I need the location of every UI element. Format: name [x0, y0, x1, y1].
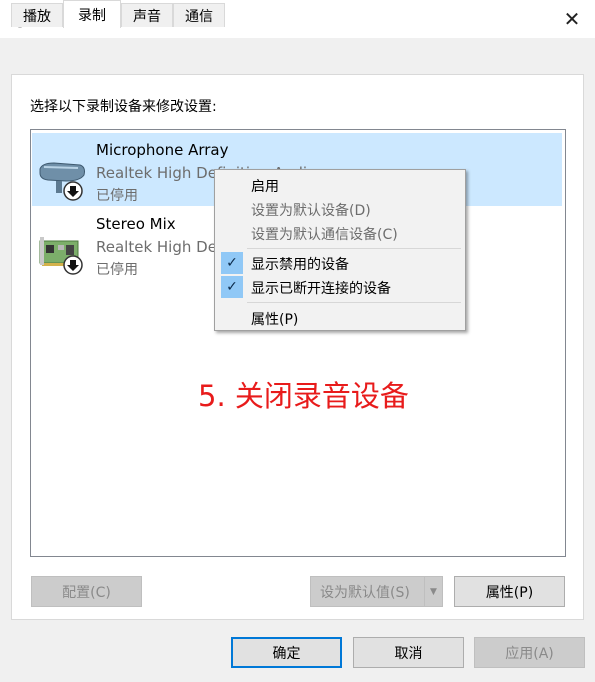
tab-sounds[interactable]: 声音	[121, 3, 173, 27]
device-status: 已停用	[96, 262, 138, 278]
tab-playback[interactable]: 播放	[11, 3, 63, 27]
chevron-down-icon[interactable]: ▼	[424, 577, 442, 606]
ok-button[interactable]: 确定	[231, 637, 342, 668]
cancel-button[interactable]: 取消	[353, 637, 464, 668]
menu-item-label: 设置为默认通信设备(C)	[251, 227, 398, 243]
close-button[interactable]: ✕	[549, 0, 595, 38]
menu-item-properties[interactable]: 属性(P)	[217, 307, 463, 331]
configure-button[interactable]: 配置(C)	[31, 576, 142, 607]
close-icon: ✕	[563, 7, 581, 31]
device-status: 已停用	[96, 188, 138, 204]
menu-item-label: 显示已断开连接的设备	[251, 281, 391, 297]
device-name: Stereo Mix	[96, 215, 176, 233]
menu-item-show-disabled-devices[interactable]: ✓ 显示禁用的设备	[217, 252, 463, 276]
properties-button[interactable]: 属性(P)	[454, 576, 565, 607]
context-menu: 启用 设置为默认设备(D) 设置为默认通信设备(C) ✓ 显示禁用的设备 ✓ 显…	[214, 169, 466, 331]
device-name: Microphone Array	[96, 141, 229, 159]
menu-separator	[247, 302, 461, 303]
instruction-text: 选择以下录制设备来修改设置:	[30, 99, 217, 115]
apply-button[interactable]: 应用(A)	[474, 637, 585, 668]
tab-communications[interactable]: 通信	[173, 3, 225, 27]
menu-item-label: 属性(P)	[251, 312, 299, 328]
menu-item-show-disconnected-devices[interactable]: ✓ 显示已断开连接的设备	[217, 276, 463, 300]
set-default-label: 设为默认值(S)	[320, 584, 410, 601]
checkmark-icon: ✓	[221, 252, 243, 274]
annotation-text: 5. 关闭录音设备	[198, 379, 409, 413]
menu-separator	[247, 248, 461, 249]
checkmark-icon: ✓	[221, 276, 243, 298]
menu-item-label: 设置为默认设备(D)	[251, 203, 371, 219]
menu-item-set-default: 设置为默认设备(D)	[217, 198, 463, 222]
tab-recording[interactable]: 录制	[63, 0, 121, 28]
menu-item-label: 启用	[251, 179, 279, 195]
menu-item-set-default-communication: 设置为默认通信设备(C)	[217, 222, 463, 246]
menu-item-enable[interactable]: 启用	[217, 174, 463, 198]
sound-card-icon	[39, 237, 83, 275]
menu-item-label: 显示禁用的设备	[251, 257, 349, 273]
set-default-button[interactable]: 设为默认值(S) ▼	[310, 576, 443, 607]
microphone-icon	[39, 162, 85, 201]
